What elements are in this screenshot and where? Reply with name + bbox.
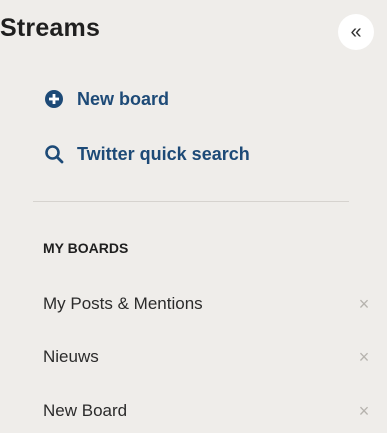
divider <box>33 201 349 202</box>
twitter-quick-search-button[interactable]: Twitter quick search <box>43 143 250 165</box>
double-chevron-left-icon: « <box>350 20 362 43</box>
close-icon[interactable]: × <box>355 347 373 368</box>
search-icon <box>43 143 65 165</box>
new-board-label: New board <box>77 88 170 109</box>
board-item-label: My Posts & Mentions <box>43 294 203 313</box>
board-item-label: Nieuws <box>43 347 99 366</box>
board-item-label: New Board <box>43 401 128 420</box>
twitter-quick-search-label: Twitter quick search <box>77 143 250 164</box>
collapse-panel-button[interactable]: « <box>338 14 374 50</box>
board-item-nieuws[interactable]: Nieuws × <box>43 345 373 369</box>
my-boards-heading: MY BOARDS <box>43 240 129 256</box>
new-board-button[interactable]: New board <box>43 88 169 110</box>
close-icon[interactable]: × <box>355 294 373 315</box>
panel-title: Streams <box>0 14 101 42</box>
streams-panel: Streams « New board Twitter quick search… <box>0 0 387 433</box>
board-item-my-posts-mentions[interactable]: My Posts & Mentions × <box>43 292 373 316</box>
board-item-new-board[interactable]: New Board × <box>43 399 373 423</box>
plus-circle-icon <box>43 88 65 110</box>
close-icon[interactable]: × <box>355 401 373 422</box>
